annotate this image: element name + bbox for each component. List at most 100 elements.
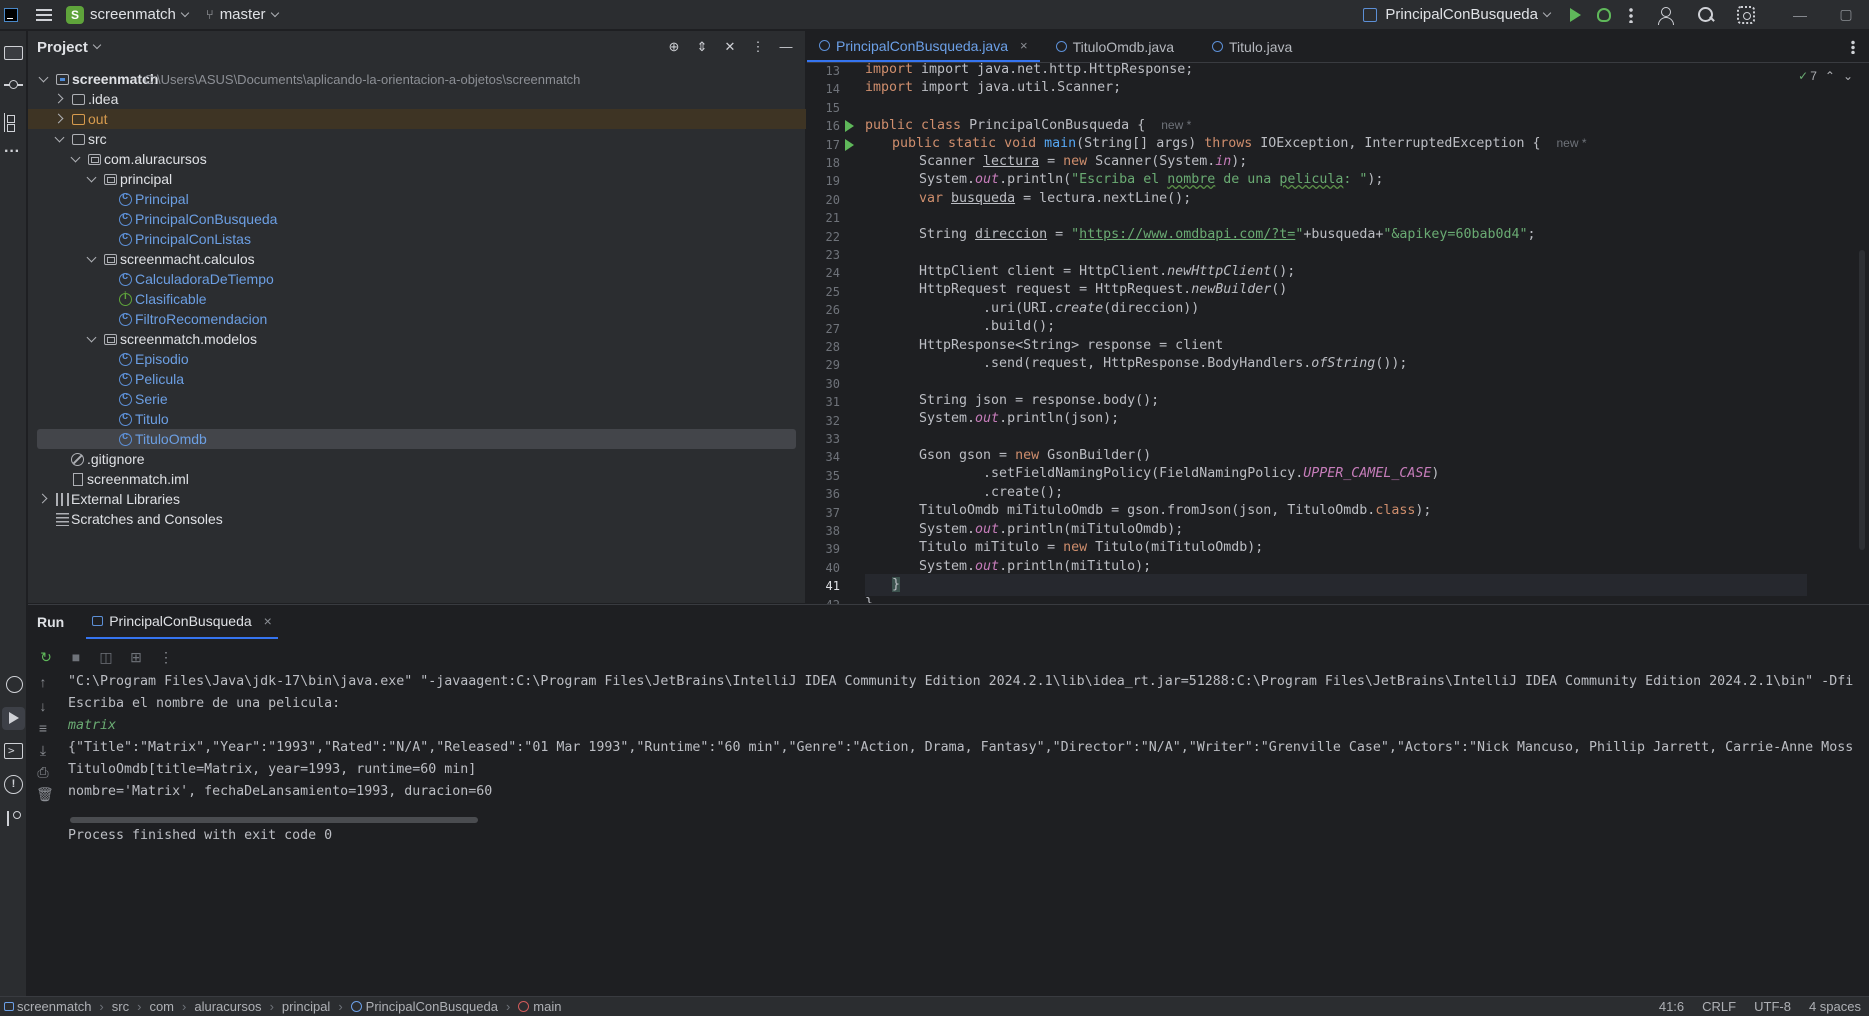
- tree-item-serie[interactable]: Serie: [28, 389, 806, 409]
- code-with-me-icon[interactable]: [1657, 6, 1675, 25]
- collapse-all-icon[interactable]: ✕: [723, 40, 737, 54]
- tree-item-pelicula[interactable]: Pelicula: [28, 369, 806, 389]
- tree-item-screenmatch[interactable]: screenmatch C:\Users\ASUS\Documents\apli…: [28, 69, 806, 89]
- tree-item-gitignore[interactable]: .gitignore: [28, 449, 806, 469]
- minimize-button[interactable]: —: [1777, 7, 1823, 23]
- git-icon[interactable]: [4, 809, 23, 828]
- chevron-down-icon[interactable]: [87, 254, 97, 264]
- tree-item-principal-class[interactable]: Principal: [28, 189, 806, 209]
- run-tool-active-bg[interactable]: [2, 707, 25, 730]
- tab-tituloomdb[interactable]: TituloOmdb.java: [1044, 31, 1186, 62]
- code-area[interactable]: import import java.net.http.HttpResponse…: [865, 63, 1865, 603]
- breadcrumb-item[interactable]: PrincipalConBusqueda: [350, 999, 498, 1014]
- close-icon[interactable]: ×: [1020, 38, 1028, 53]
- run-tab-principalconbusqueda[interactable]: PrincipalConBusqueda ×: [86, 605, 278, 639]
- tree-item-src[interactable]: src: [28, 129, 806, 149]
- more-tools-icon[interactable]: ···: [4, 144, 23, 166]
- run-gutter-icon[interactable]: [845, 120, 854, 133]
- class-icon: [119, 350, 132, 366]
- tree-item-calculadoradetiempo[interactable]: CalculadoraDeTiempo: [28, 269, 806, 289]
- print-icon[interactable]: ⎙: [36, 765, 50, 779]
- services-icon[interactable]: [4, 674, 23, 693]
- options-kebab-icon[interactable]: ⋮: [751, 40, 765, 54]
- breadcrumb-item[interactable]: main: [518, 999, 561, 1014]
- run-gutter-icon[interactable]: [845, 138, 854, 151]
- tree-item-tituloomdb[interactable]: TituloOmdb: [37, 429, 796, 449]
- arrow-up-icon[interactable]: ↑: [36, 675, 50, 689]
- clear-all-icon[interactable]: 🗑: [36, 787, 54, 801]
- run-icon[interactable]: [1570, 7, 1581, 22]
- stop-icon[interactable]: ■: [69, 650, 83, 664]
- debug-icon[interactable]: [1597, 7, 1611, 22]
- indent-setting[interactable]: 4 spaces: [1809, 999, 1861, 1014]
- soft-wrap-icon[interactable]: ≡: [36, 721, 50, 735]
- camera-icon[interactable]: ◫: [99, 650, 113, 664]
- tree-item-screenmatch-modelos[interactable]: screenmatch.modelos: [28, 329, 806, 349]
- project-tool-folder-icon[interactable]: [4, 46, 23, 60]
- url-link[interactable]: https://www.omdbapi.com/?t=: [1079, 227, 1295, 242]
- run-config-icon: [92, 616, 104, 626]
- chevron-down-icon[interactable]: [92, 40, 102, 50]
- problems-icon[interactable]: !: [4, 775, 23, 794]
- settings-gear-icon[interactable]: [1737, 5, 1755, 24]
- tree-item-idea[interactable]: .idea: [28, 89, 806, 109]
- tree-item-titulo[interactable]: Titulo: [28, 409, 806, 429]
- tree-item-scratches[interactable]: Scratches and Consoles: [28, 509, 806, 529]
- tree-item-screenmatch-iml[interactable]: screenmatch.iml: [28, 469, 806, 489]
- search-icon[interactable]: [1697, 6, 1715, 24]
- code-token: import: [865, 63, 922, 77]
- arrow-down-icon[interactable]: ↓: [36, 699, 50, 713]
- close-icon[interactable]: ×: [264, 613, 272, 629]
- breadcrumb-item[interactable]: screenmatch: [4, 999, 91, 1014]
- restore-layout-icon[interactable]: ⊞: [129, 650, 143, 664]
- chevron-right-icon[interactable]: [55, 93, 65, 103]
- tree-item-filtrorecomendacion[interactable]: FiltroRecomendacion: [28, 309, 806, 329]
- tree-item-screenmacht-calculos[interactable]: screenmacht.calculos: [28, 249, 806, 269]
- breadcrumb-item[interactable]: com: [149, 999, 174, 1014]
- tree-item-principalconbusqueda[interactable]: PrincipalConBusqueda: [28, 209, 806, 229]
- file-encoding[interactable]: UTF-8: [1754, 999, 1791, 1014]
- tree-item-principalconlistas[interactable]: PrincipalConListas: [28, 229, 806, 249]
- chevron-down-icon[interactable]: [39, 74, 49, 84]
- expand-all-icon[interactable]: ⇕: [695, 40, 709, 54]
- chevron-down-icon[interactable]: [87, 174, 97, 184]
- rerun-icon[interactable]: ↻: [39, 650, 53, 664]
- terminal-icon[interactable]: [4, 743, 23, 759]
- code-token: busqueda: [951, 191, 1016, 206]
- tree-item-principal[interactable]: principal: [28, 169, 806, 189]
- hide-panel-icon[interactable]: —: [779, 40, 793, 54]
- chevron-right-icon[interactable]: [55, 113, 65, 123]
- tree-item-out[interactable]: out: [28, 109, 806, 129]
- commit-icon[interactable]: [4, 75, 23, 94]
- console-horizontal-scrollbar[interactable]: [70, 817, 478, 823]
- project-switcher[interactable]: S screenmatch: [66, 5, 190, 24]
- tree-item-clasificable[interactable]: Clasificable: [28, 289, 806, 309]
- chevron-down-icon[interactable]: [55, 134, 65, 144]
- tree-item-com-aluracursos[interactable]: com.aluracursos: [28, 149, 806, 169]
- line-separator[interactable]: CRLF: [1702, 999, 1736, 1014]
- scroll-to-end-icon[interactable]: ⤓: [36, 743, 50, 757]
- chevron-down-icon[interactable]: [87, 334, 97, 344]
- breadcrumb-item[interactable]: principal: [282, 999, 330, 1014]
- more-options-icon[interactable]: ⋮: [159, 650, 173, 664]
- console-output[interactable]: "C:\Program Files\Java\jdk-17\bin\java.e…: [68, 671, 1869, 921]
- more-actions-icon[interactable]: [1629, 6, 1633, 23]
- tabs-more-icon[interactable]: [1851, 39, 1855, 54]
- breadcrumb-item[interactable]: src: [112, 999, 129, 1014]
- locate-file-icon[interactable]: ⊕: [667, 40, 681, 54]
- branch-switcher[interactable]: ⑂ master: [206, 6, 279, 23]
- tab-principalconbusqueda[interactable]: PrincipalConBusqueda.java ×: [807, 31, 1040, 62]
- cursor-position[interactable]: 41:6: [1659, 999, 1684, 1014]
- chevron-down-icon[interactable]: [71, 154, 81, 164]
- tree-item-episodio[interactable]: Episodio: [28, 349, 806, 369]
- tree-item-external-libraries[interactable]: External Libraries: [28, 489, 806, 509]
- breadcrumb-item[interactable]: aluracursos: [194, 999, 261, 1014]
- run-panel-title[interactable]: Run: [37, 614, 64, 630]
- project-panel-title[interactable]: Project: [37, 39, 88, 56]
- run-configuration-selector[interactable]: PrincipalConBusqueda: [1363, 6, 1552, 23]
- main-menu-icon[interactable]: [36, 8, 52, 21]
- tab-titulo[interactable]: Titulo.java: [1200, 31, 1304, 62]
- chevron-right-icon[interactable]: [39, 493, 49, 503]
- structure-icon[interactable]: [4, 113, 23, 132]
- maximize-button[interactable]: ▢: [1823, 6, 1869, 23]
